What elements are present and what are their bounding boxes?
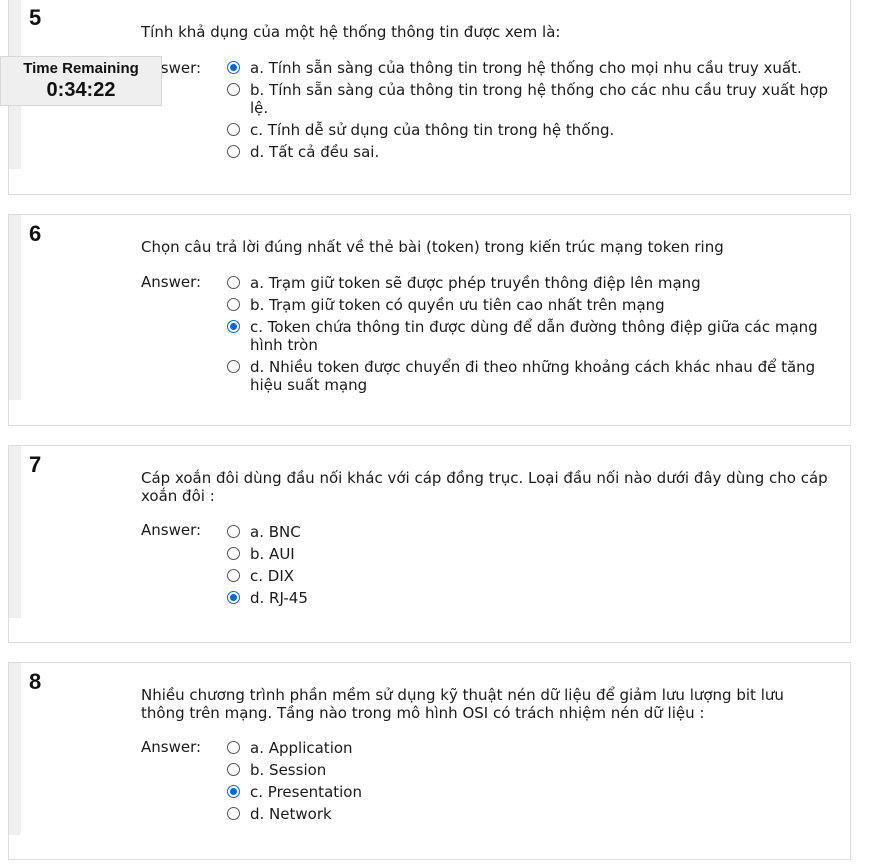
- radio-button[interactable]: [227, 123, 240, 136]
- option-label: c. Presentation: [250, 783, 362, 801]
- radio-button[interactable]: [227, 591, 240, 604]
- answer-option[interactable]: c. Token chứa thông tin được dùng để dẫn…: [227, 318, 842, 354]
- radio-button[interactable]: [227, 298, 240, 311]
- answer-options: a. Application b. Session c. Presentatio…: [227, 739, 842, 827]
- option-label: a. Trạm giữ token sẽ được phép truyền th…: [250, 274, 701, 292]
- option-label: a. Tính sẵn sàng của thông tin trong hệ …: [250, 59, 802, 77]
- answer-options: a. Tính sẵn sàng của thông tin trong hệ …: [227, 59, 842, 165]
- question-text: Chọn câu trả lời đúng nhất về thẻ bài (t…: [141, 238, 724, 256]
- question-info-strip: [9, 215, 21, 400]
- question-text: Nhiều chương trình phần mềm sử dụng kỹ t…: [141, 686, 784, 722]
- option-label: d. Network: [250, 805, 332, 823]
- option-label: a. Application: [250, 739, 353, 757]
- radio-button[interactable]: [227, 320, 240, 333]
- option-label: d. Nhiều token được chuyển đi theo những…: [250, 358, 816, 394]
- answer-option[interactable]: a. Trạm giữ token sẽ được phép truyền th…: [227, 274, 842, 292]
- answer-option[interactable]: d. Nhiều token được chuyển đi theo những…: [227, 358, 842, 394]
- answer-option[interactable]: c. Tính dễ sử dụng của thông tin trong h…: [227, 121, 842, 139]
- time-remaining-panel: Time Remaining 0:34:22: [0, 56, 162, 106]
- time-remaining-label: Time Remaining: [23, 60, 139, 77]
- answer-options: a. BNC b. AUI c. DIX d. RJ-45: [227, 523, 842, 611]
- radio-button[interactable]: [227, 145, 240, 158]
- radio-button[interactable]: [227, 547, 240, 560]
- option-label: c. DIX: [250, 567, 295, 585]
- answer-option[interactable]: d. Network: [227, 805, 842, 823]
- answer-option[interactable]: b. AUI: [227, 545, 842, 563]
- answer-option[interactable]: c. Presentation: [227, 783, 842, 801]
- option-label: b. Tính sẵn sàng của thông tin trong hệ …: [250, 81, 828, 117]
- radio-button[interactable]: [227, 741, 240, 754]
- answer-options: a. Trạm giữ token sẽ được phép truyền th…: [227, 274, 842, 398]
- question-text: Cáp xoắn đôi dùng đầu nối khác với cáp đ…: [141, 469, 828, 505]
- option-label: a. BNC: [250, 523, 301, 541]
- radio-button[interactable]: [227, 807, 240, 820]
- option-label: d. Tất cả đều sai.: [250, 143, 380, 161]
- radio-button[interactable]: [227, 83, 240, 96]
- time-remaining-value: 0:34:22: [46, 79, 116, 101]
- answer-option[interactable]: d. RJ-45: [227, 589, 842, 607]
- question-number: 5: [29, 5, 42, 30]
- quiz-page: 5 Tính khả dụng của một hệ thống thông t…: [0, 0, 874, 866]
- option-label: b. AUI: [250, 545, 295, 563]
- answer-option[interactable]: a. Application: [227, 739, 842, 757]
- answer-label: Answer:: [141, 273, 202, 291]
- radio-button[interactable]: [227, 276, 240, 289]
- question-card: 8 Nhiều chương trình phần mềm sử dụng kỹ…: [8, 662, 851, 860]
- question-card: 7 Cáp xoắn đôi dùng đầu nối khác với cáp…: [8, 445, 851, 643]
- option-label: c. Token chứa thông tin được dùng để dẫn…: [250, 318, 818, 354]
- option-label: d. RJ-45: [250, 589, 308, 607]
- question-text: Tính khả dụng của một hệ thống thông tin…: [141, 23, 561, 41]
- question-info-strip: [9, 446, 21, 618]
- answer-option[interactable]: b. Session: [227, 761, 842, 779]
- answer-label: Answer:: [141, 738, 202, 756]
- question-number: 7: [29, 452, 42, 477]
- question-info-strip: [9, 663, 21, 835]
- radio-button[interactable]: [227, 785, 240, 798]
- radio-button[interactable]: [227, 763, 240, 776]
- answer-label: Answer:: [141, 521, 202, 539]
- option-label: c. Tính dễ sử dụng của thông tin trong h…: [250, 121, 615, 139]
- question-number: 6: [29, 221, 42, 246]
- option-label: b. Session: [250, 761, 327, 779]
- radio-button[interactable]: [227, 61, 240, 74]
- question-number: 8: [29, 669, 42, 694]
- radio-button[interactable]: [227, 360, 240, 373]
- answer-option[interactable]: b. Trạm giữ token có quyền ưu tiên cao n…: [227, 296, 842, 314]
- answer-option[interactable]: c. DIX: [227, 567, 842, 585]
- answer-option[interactable]: a. BNC: [227, 523, 842, 541]
- answer-option[interactable]: a. Tính sẵn sàng của thông tin trong hệ …: [227, 59, 842, 77]
- radio-button[interactable]: [227, 569, 240, 582]
- radio-button[interactable]: [227, 525, 240, 538]
- question-card: 6 Chọn câu trả lời đúng nhất về thẻ bài …: [8, 214, 851, 426]
- answer-option[interactable]: b. Tính sẵn sàng của thông tin trong hệ …: [227, 81, 842, 117]
- answer-option[interactable]: d. Tất cả đều sai.: [227, 143, 842, 161]
- option-label: b. Trạm giữ token có quyền ưu tiên cao n…: [250, 296, 665, 314]
